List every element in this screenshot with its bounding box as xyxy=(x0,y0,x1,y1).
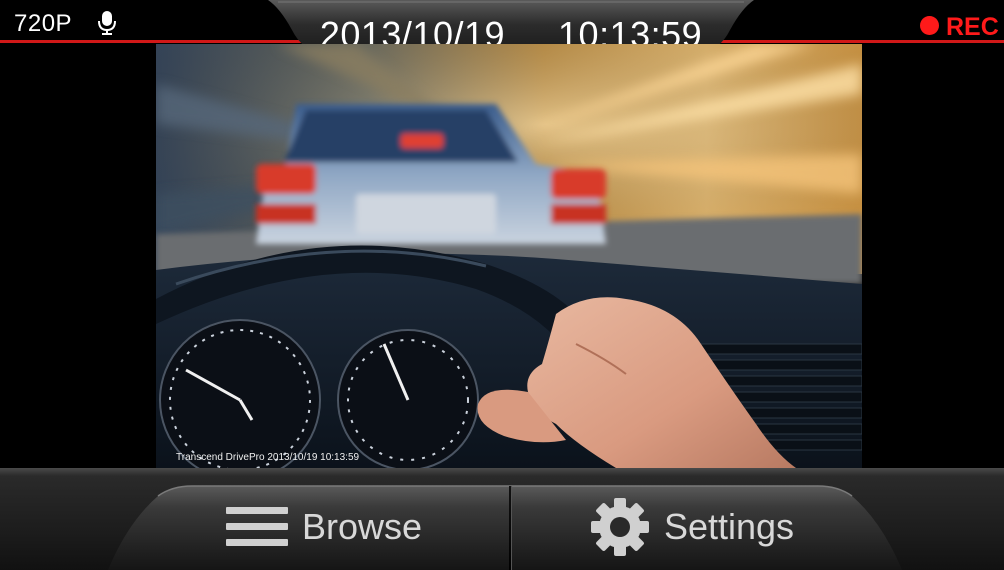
browse-label: Browse xyxy=(301,506,423,547)
video-timestamp-overlay: Transcend DrivePro 2013/10/19 10:13:59 xyxy=(176,452,360,463)
gear-icon xyxy=(590,498,649,556)
microphone-icon xyxy=(98,11,116,35)
settings-label: Settings xyxy=(663,506,795,547)
browse-button[interactable]: Browse xyxy=(140,484,508,570)
toolbar-divider xyxy=(509,486,511,570)
rec-label: REC xyxy=(946,13,999,41)
video-preview[interactable]: Transcend DrivePro 2013/10/19 10:13:59 xyxy=(156,44,862,468)
menu-icon xyxy=(225,507,288,546)
settings-button[interactable]: Settings xyxy=(512,484,872,570)
resolution-label: 720P xyxy=(14,10,73,37)
rec-dot-icon xyxy=(920,16,939,35)
rec-indicator: REC xyxy=(920,13,1004,41)
video-scene xyxy=(156,44,862,468)
